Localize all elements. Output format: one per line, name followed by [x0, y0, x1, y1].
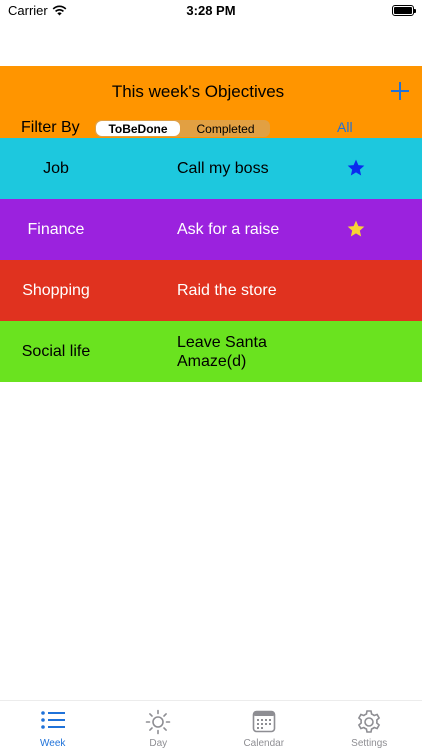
- tab-label: Day: [106, 738, 212, 749]
- page-title: This week's Objectives: [0, 82, 396, 102]
- tab-settings[interactable]: Settings: [317, 701, 422, 751]
- tab-label: Calendar: [211, 738, 317, 749]
- objective-category: Social life: [0, 321, 112, 382]
- objective-title: Ask for a raise: [177, 199, 327, 260]
- calendar-icon: [252, 709, 276, 733]
- sun-icon: [145, 709, 171, 735]
- tab-label: Settings: [317, 738, 422, 749]
- status-time: 3:28 PM: [0, 3, 422, 18]
- gear-icon: [356, 709, 382, 735]
- tab-bar: Week Day Cal: [0, 700, 422, 751]
- objective-title: Call my boss: [177, 138, 327, 199]
- filter-segmented-control: ToBeDone Completed: [95, 120, 270, 137]
- tab-day[interactable]: Day: [106, 701, 212, 751]
- filter-label: Filter By: [21, 119, 80, 137]
- status-bar: Carrier 3:28 PM: [0, 0, 422, 24]
- segment-tobedone[interactable]: ToBeDone: [96, 121, 180, 136]
- objective-category: Finance: [0, 199, 112, 260]
- objective-row[interactable]: Job Call my boss: [0, 138, 422, 199]
- objective-title: Raid the store: [177, 260, 327, 321]
- list-icon: [40, 709, 66, 731]
- segment-completed[interactable]: Completed: [181, 120, 270, 137]
- objectives-header: This week's Objectives Filter By ToBeDon…: [0, 66, 422, 138]
- objective-title: Leave Santa Amaze(d): [177, 321, 327, 382]
- tab-label: Week: [0, 738, 106, 749]
- yellow-star-icon[interactable]: [346, 219, 366, 239]
- objective-category: Shopping: [0, 260, 112, 321]
- add-objective-button[interactable]: [388, 79, 412, 103]
- all-filter-button[interactable]: All: [337, 119, 353, 135]
- battery-icon: [392, 5, 414, 16]
- plus-icon: [391, 82, 409, 100]
- objective-row[interactable]: Finance Ask for a raise: [0, 199, 422, 260]
- objective-row[interactable]: Shopping Raid the store: [0, 260, 422, 321]
- tab-week[interactable]: Week: [0, 701, 106, 751]
- objectives-list: Job Call my boss Finance Ask for a raise…: [0, 138, 422, 382]
- blue-star-icon[interactable]: [346, 158, 366, 178]
- objective-category: Job: [0, 138, 112, 199]
- objective-row[interactable]: Social life Leave Santa Amaze(d): [0, 321, 422, 382]
- tab-calendar[interactable]: Calendar: [211, 701, 317, 751]
